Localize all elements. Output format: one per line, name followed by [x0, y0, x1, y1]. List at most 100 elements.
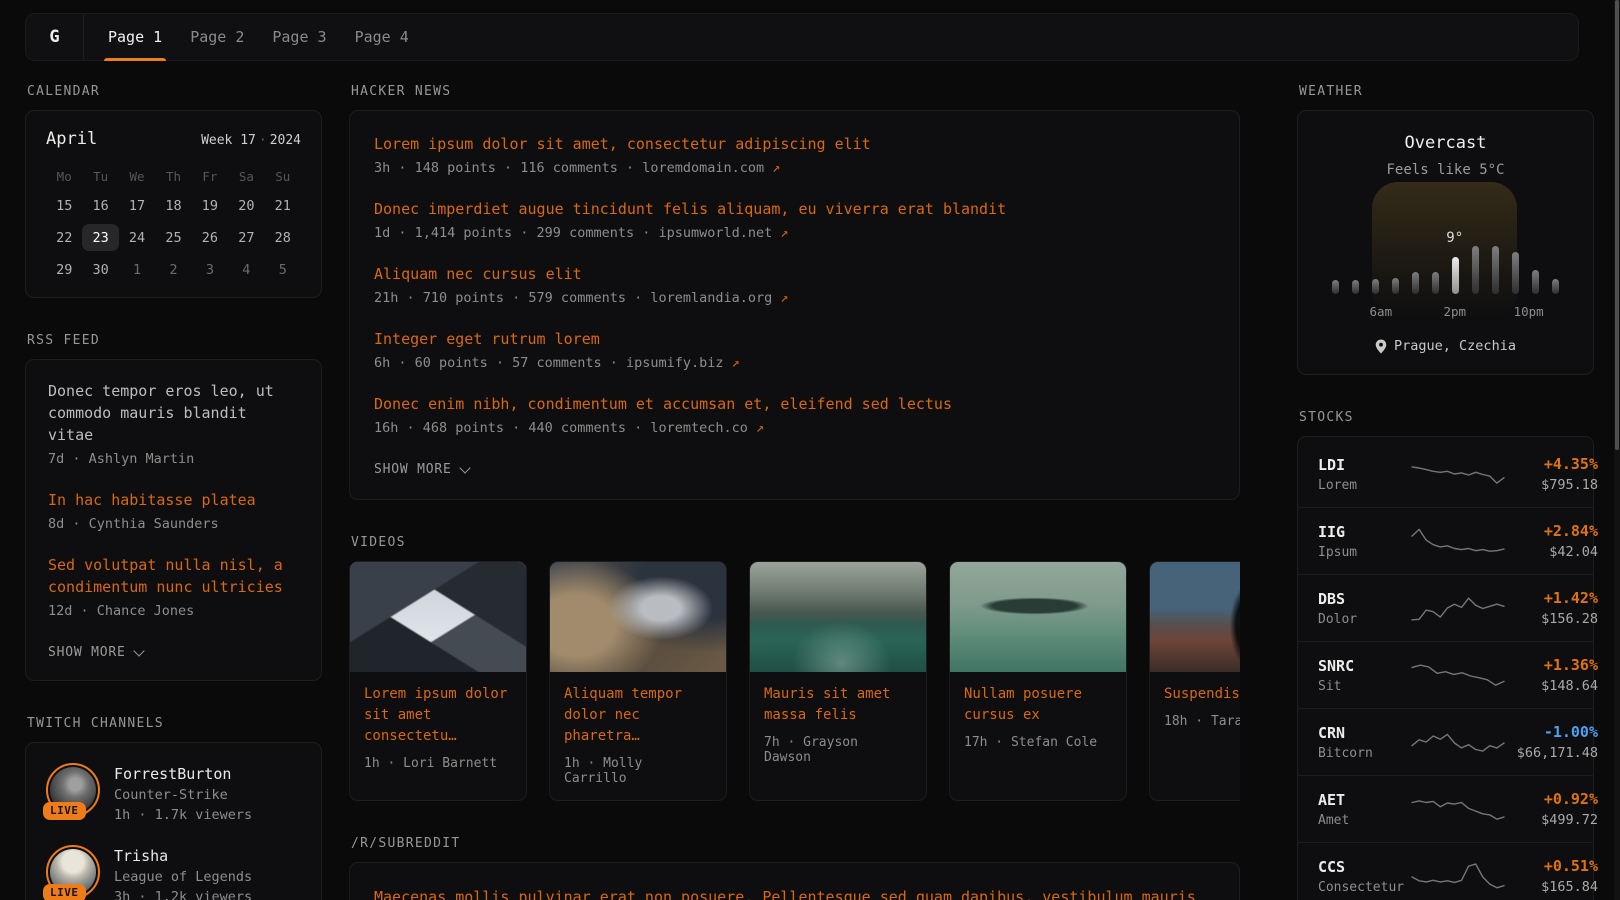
calendar-widget: April Week 17·2024 Mo Tu We Th Fr [25, 110, 322, 298]
twitch-channel-name: Trisha [114, 847, 252, 865]
hacker-news-item-title[interactable]: Lorem ipsum dolor sit amet, consectetur … [374, 133, 1215, 155]
stock-row[interactable]: DBS Dolor +1.42% $156.28 [1298, 574, 1593, 641]
stock-change: +0.92% [1506, 790, 1598, 808]
weather-bar [1512, 252, 1519, 294]
stock-sparkline [1410, 658, 1506, 692]
page-tab[interactable]: Page 4 [341, 14, 423, 60]
location-pin-icon [1375, 339, 1387, 354]
page-tab[interactable]: Page 3 [258, 14, 340, 60]
weather-bar [1372, 279, 1379, 294]
app-logo[interactable]: G [26, 14, 84, 60]
calendar-day-name: Sa [228, 165, 264, 187]
rss-item-title[interactable]: Sed volutpat nulla nisl, a condimentum n… [48, 554, 299, 598]
stock-sparkline [1410, 725, 1506, 759]
external-link-icon[interactable]: ↗ [732, 355, 740, 371]
twitch-heading: TWITCH CHANNELS [27, 716, 322, 731]
twitch-section: TWITCH CHANNELS LIVE ForrestBurton Count… [25, 716, 322, 900]
rss-item-meta: 8d · Cynthia Saunders [48, 514, 299, 534]
hacker-news-item-title[interactable]: Aliquam nec cursus elit [374, 263, 1215, 285]
video-title: Suspendisse diam [1150, 672, 1240, 705]
weather-tick: 10pm [1514, 304, 1544, 319]
stock-row[interactable]: CCS Consectetur +0.51% $165.84 [1298, 842, 1593, 900]
external-link-icon[interactable]: ↗ [780, 225, 788, 241]
subreddit-post-title[interactable]: Maecenas mollis pulvinar erat non posuer… [374, 885, 1215, 900]
calendar-day: 18 [155, 192, 191, 219]
stock-sparkline [1410, 591, 1506, 625]
twitch-channel-meta: 3h · 1.2k viewers [114, 889, 252, 900]
video-card[interactable]: Mauris sit amet massa felis 7h · Grayson… [749, 561, 927, 801]
stock-row[interactable]: AET Amet +0.92% $499.72 [1298, 775, 1593, 842]
twitch-channel-name: ForrestBurton [114, 765, 252, 783]
rss-section: RSS FEED Donec tempor eros leo, ut commo… [25, 333, 322, 681]
left-column: CALENDAR April Week 17·2024 Mo Tu We [25, 84, 322, 900]
stock-name: Dolor [1318, 612, 1410, 627]
twitch-channel-row[interactable]: LIVE ForrestBurton Counter-Strike 1h · 1… [46, 765, 301, 823]
calendar-year: 2024 [270, 133, 301, 148]
stock-row[interactable]: LDI Lorem +4.35% $795.18 [1298, 441, 1593, 507]
stock-name: Sit [1318, 679, 1410, 694]
stock-name: Lorem [1318, 478, 1410, 493]
videos-carousel: Lorem ipsum dolor sit amet consectetu… 1… [349, 561, 1240, 801]
weather-location-text: Prague, Czechia [1394, 338, 1516, 354]
stock-sparkline [1410, 457, 1506, 491]
subreddit-card: Maecenas mollis pulvinar erat non posuer… [349, 862, 1240, 900]
page-tab[interactable]: Page 2 [176, 14, 258, 60]
hacker-news-show-more-button[interactable]: SHOW MORE [374, 462, 469, 477]
weather-bar [1552, 279, 1559, 294]
weather-bar [1332, 280, 1339, 294]
video-card[interactable]: Aliquam tempor dolor nec pharetra… 1h · … [549, 561, 727, 801]
calendar-day: 2 [155, 256, 191, 283]
calendar-week-label: Week 17 [201, 133, 256, 148]
stock-name: Amet [1318, 813, 1410, 828]
calendar-day: 29 [46, 256, 82, 283]
scrollbar-thumb[interactable] [1615, 0, 1619, 450]
stock-change: +4.35% [1506, 455, 1598, 473]
calendar-week-year: Week 17·2024 [201, 133, 301, 148]
hacker-news-item-title[interactable]: Donec enim nibh, condimentum et accumsan… [374, 393, 1215, 415]
hacker-news-heading: HACKER NEWS [351, 84, 1240, 99]
external-link-icon[interactable]: ↗ [772, 160, 780, 176]
weather-condition: Overcast [1318, 133, 1573, 153]
weather-bar [1432, 272, 1439, 294]
external-link-icon[interactable]: ↗ [756, 420, 764, 436]
stock-row[interactable]: SNRC Sit +1.36% $148.64 [1298, 641, 1593, 708]
calendar-day-name: Su [265, 165, 301, 187]
calendar-day: 5 [265, 256, 301, 283]
page-tab[interactable]: Page 1 [94, 14, 176, 60]
hacker-news-item-meta: 1d · 1,414 points · 299 comments · ipsum… [374, 223, 1215, 243]
rss-show-more-button[interactable]: SHOW MORE [48, 645, 143, 660]
stock-name: Bitcorn [1318, 746, 1410, 761]
hacker-news-item-meta-text: 21h · 710 points · 579 comments · loreml… [374, 290, 780, 306]
middle-column: HACKER NEWS Lorem ipsum dolor sit amet, … [349, 84, 1240, 900]
hacker-news-item-meta-text: 3h · 148 points · 116 comments · loremdo… [374, 160, 772, 176]
weather-bar [1452, 257, 1459, 294]
dashboard-columns: CALENDAR April Week 17·2024 Mo Tu We [0, 61, 1620, 900]
chevron-down-icon [459, 462, 470, 473]
stock-price: $148.64 [1506, 678, 1598, 694]
rss-item-title[interactable]: In hac habitasse platea [48, 489, 299, 511]
video-card[interactable]: Lorem ipsum dolor sit amet consectetu… 1… [349, 561, 527, 801]
video-card[interactable]: Suspendisse diam 18h · Tara [1149, 561, 1240, 801]
stock-symbol: AET [1318, 791, 1410, 809]
external-link-icon[interactable]: ↗ [780, 290, 788, 306]
calendar-heading: CALENDAR [27, 84, 322, 99]
stock-row[interactable]: CRN Bitcorn -1.00% $66,171.48 [1298, 708, 1593, 775]
stock-row[interactable]: IIG Ipsum +2.84% $42.04 [1298, 507, 1593, 574]
hacker-news-item: Donec enim nibh, condimentum et accumsan… [374, 393, 1215, 438]
stock-sparkline [1410, 859, 1506, 893]
hacker-news-item-meta-text: 16h · 468 points · 440 comments · loremt… [374, 420, 756, 436]
subreddit-post: Maecenas mollis pulvinar erat non posuer… [374, 885, 1215, 900]
hacker-news-item: Lorem ipsum dolor sit amet, consectetur … [374, 133, 1215, 178]
subreddit-heading: /R/SUBREDDIT [351, 836, 1240, 851]
right-column: WEATHER Overcast Feels like 5°C 9° 6am 2… [1297, 84, 1594, 900]
stock-symbol: IIG [1318, 523, 1410, 541]
rss-item-title[interactable]: Donec tempor eros leo, ut commodo mauris… [48, 380, 299, 446]
hacker-news-item-meta: 6h · 60 points · 57 comments · ipsumify.… [374, 353, 1215, 373]
hacker-news-card: Lorem ipsum dolor sit amet, consectetur … [349, 110, 1240, 500]
hacker-news-item-title[interactable]: Donec imperdiet augue tincidunt felis al… [374, 198, 1215, 220]
twitch-channel-row[interactable]: LIVE Trisha League of Legends 3h · 1.2k … [46, 847, 301, 900]
stock-change: +0.51% [1506, 857, 1598, 875]
hacker-news-item-title[interactable]: Integer eget rutrum lorem [374, 328, 1215, 350]
weather-bar [1392, 278, 1399, 294]
video-card[interactable]: Nullam posuere cursus ex 17h · Stefan Co… [949, 561, 1127, 801]
